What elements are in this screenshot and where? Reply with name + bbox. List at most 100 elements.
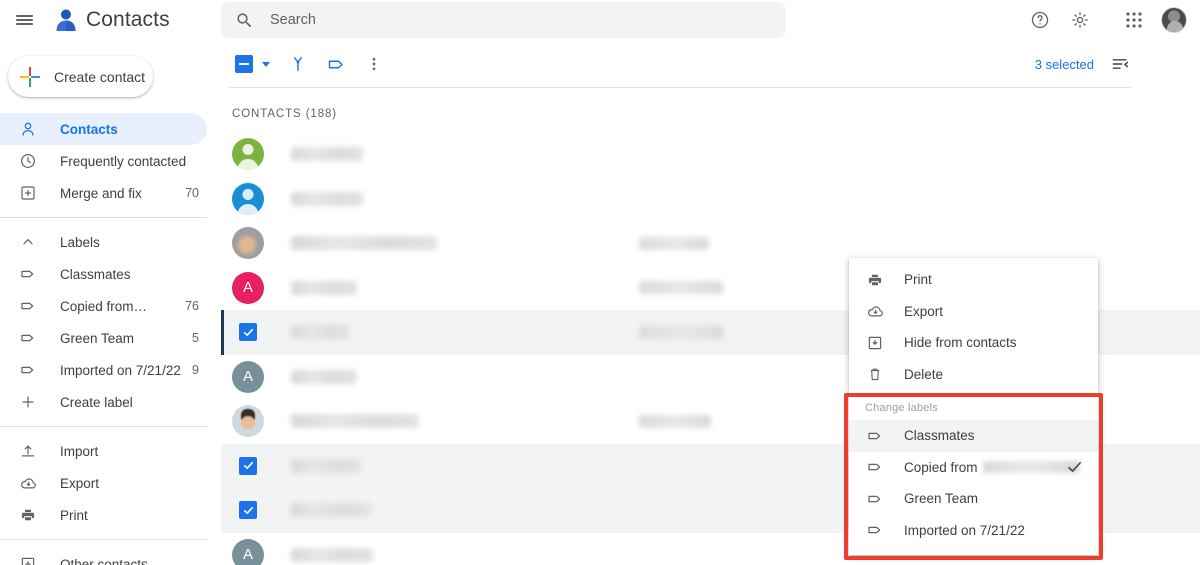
sidebar-item-label: Contacts [60, 121, 118, 137]
gear-icon[interactable] [1062, 2, 1098, 38]
label-icon[interactable] [317, 45, 355, 83]
contact-avatar[interactable]: A [232, 538, 264, 565]
search-input[interactable] [270, 12, 750, 28]
account-avatar[interactable] [1156, 2, 1192, 38]
hamburger-menu-icon[interactable] [4, 0, 44, 40]
create-contact-label: Create contact [54, 68, 146, 85]
sidebar-nav: Contacts Frequently contacted Merge and … [0, 113, 221, 565]
menu-item-print[interactable]: Print [849, 264, 1098, 296]
trash-icon [865, 365, 885, 383]
sidebar-item-label: Other contacts [60, 556, 148, 565]
contact-row-checkbox[interactable] [239, 456, 257, 475]
label-icon [865, 427, 885, 445]
plus-icon [18, 392, 38, 412]
checkmark-icon [1065, 458, 1084, 477]
contact-avatar[interactable] [232, 227, 264, 260]
sidebar-item-import[interactable]: Import [0, 435, 207, 467]
contact-phone-redacted [639, 236, 709, 250]
menu-item-export[interactable]: Export [849, 296, 1098, 328]
merge-icon[interactable] [279, 45, 317, 83]
sidebar-label-copied-from[interactable]: Copied from, 76 [0, 290, 207, 322]
sidebar-item-label: Print [60, 507, 88, 523]
sidebar-item-label: Merge and fix [60, 185, 142, 201]
brand[interactable]: Contacts [52, 6, 170, 34]
menu-item-delete[interactable]: Delete [849, 359, 1098, 391]
menu-label-classmates[interactable]: Classmates [849, 420, 1098, 452]
header-actions [1022, 0, 1192, 40]
contact-name-redacted [291, 503, 371, 518]
contacts-app-window: Contacts Search Create contact Contacts … [0, 0, 1200, 565]
sidebar-create-label-button[interactable]: Create label [0, 386, 207, 418]
sidebar-item-count: 70 [185, 186, 199, 200]
hide-contacts-icon [865, 334, 885, 352]
more-vertical-icon[interactable] [355, 45, 393, 83]
toolbar: 3 selected [221, 40, 1200, 88]
sidebar-item-other-contacts[interactable]: Other contacts [0, 548, 207, 565]
menu-label-text: Copied from [904, 460, 1079, 475]
change-labels-title: Change labels [865, 402, 938, 414]
merge-fix-icon [18, 183, 38, 203]
sidebar-labels-header-label: Labels [60, 234, 100, 250]
sidebar-item-frequently-contacted[interactable]: Frequently contacted [0, 145, 207, 177]
sidebar-label-imported-on-7-21-22[interactable]: Imported on 7/21/22 9 [0, 354, 207, 386]
search-bar[interactable] [221, 2, 786, 38]
sidebar-label-text: Green Team [60, 330, 135, 346]
contact-name-redacted [291, 191, 363, 206]
contact-avatar[interactable] [232, 138, 264, 171]
contact-name-redacted [291, 236, 437, 251]
apps-grid-icon[interactable] [1116, 2, 1152, 38]
sidebar-label-count: 76 [185, 299, 199, 313]
contact-name-redacted [291, 547, 373, 562]
sidebar-label-count: 9 [192, 363, 199, 377]
contact-row[interactable] [221, 177, 1200, 222]
sidebar-item-contacts[interactable]: Contacts [0, 113, 207, 145]
sidebar-item-merge-and-fix[interactable]: Merge and fix 70 [0, 177, 207, 209]
contact-avatar[interactable]: A [232, 360, 264, 393]
menu-label-copied-from[interactable]: Copied from [849, 452, 1098, 484]
contact-avatar[interactable] [232, 182, 264, 215]
sidebar-item-export[interactable]: Export [0, 467, 207, 499]
sidebar-create-label-text: Create label [60, 394, 133, 410]
menu-item-label: Delete [904, 366, 944, 382]
sidebar: Create contact Contacts Frequently conta… [0, 40, 221, 565]
menu-label-imported-on-7-21-22[interactable]: Imported on 7/21/22 [849, 515, 1098, 547]
chevron-down-icon[interactable] [253, 51, 279, 77]
selected-count-label: 3 selected [1034, 56, 1094, 72]
upload-icon [18, 441, 38, 461]
label-icon [865, 490, 885, 508]
contacts-person-logo-icon [52, 6, 80, 34]
page-title: Contacts [86, 8, 170, 31]
help-circle-icon[interactable] [1022, 2, 1058, 38]
plus-icon [19, 66, 41, 88]
contact-name-redacted [291, 458, 361, 473]
sidebar-label-text: Copied from, [60, 299, 180, 314]
printer-icon [865, 271, 885, 289]
contact-row[interactable] [221, 132, 1200, 177]
menu-label-green-team[interactable]: Green Team [849, 483, 1098, 515]
printer-icon [18, 505, 38, 525]
sidebar-labels-header[interactable]: Labels [0, 226, 207, 258]
checkbox-indeterminate-icon[interactable] [235, 55, 253, 73]
search-icon [235, 11, 254, 30]
sidebar-label-green-team[interactable]: Green Team 5 [0, 322, 207, 354]
clock-icon [18, 151, 38, 171]
sidebar-label-classmates[interactable]: Classmates [0, 258, 207, 290]
contact-avatar[interactable]: A [232, 271, 264, 304]
contact-row-checkbox[interactable] [239, 323, 257, 342]
sidebar-divider [0, 426, 207, 427]
menu-label-text: Imported on 7/21/22 [904, 522, 1025, 538]
sidebar-label-text: Classmates [60, 266, 131, 282]
menu-item-hide-from-contacts[interactable]: Hide from contacts [849, 327, 1098, 359]
contact-row-checkbox[interactable] [239, 501, 257, 520]
label-icon [18, 360, 38, 380]
contact-phone-redacted [639, 414, 711, 428]
contact-name-redacted [291, 147, 363, 162]
sidebar-label-count: 5 [192, 331, 199, 345]
more-options-context-menu: Print Export Hide from contacts Delete C… [844, 258, 1103, 560]
contact-avatar[interactable] [232, 405, 264, 438]
chevron-up-icon [18, 232, 38, 252]
create-contact-button[interactable]: Create contact [8, 56, 153, 97]
sidebar-item-print[interactable]: Print [0, 499, 207, 531]
sort-list-icon[interactable] [1110, 54, 1130, 74]
sidebar-item-label: Export [60, 475, 100, 491]
